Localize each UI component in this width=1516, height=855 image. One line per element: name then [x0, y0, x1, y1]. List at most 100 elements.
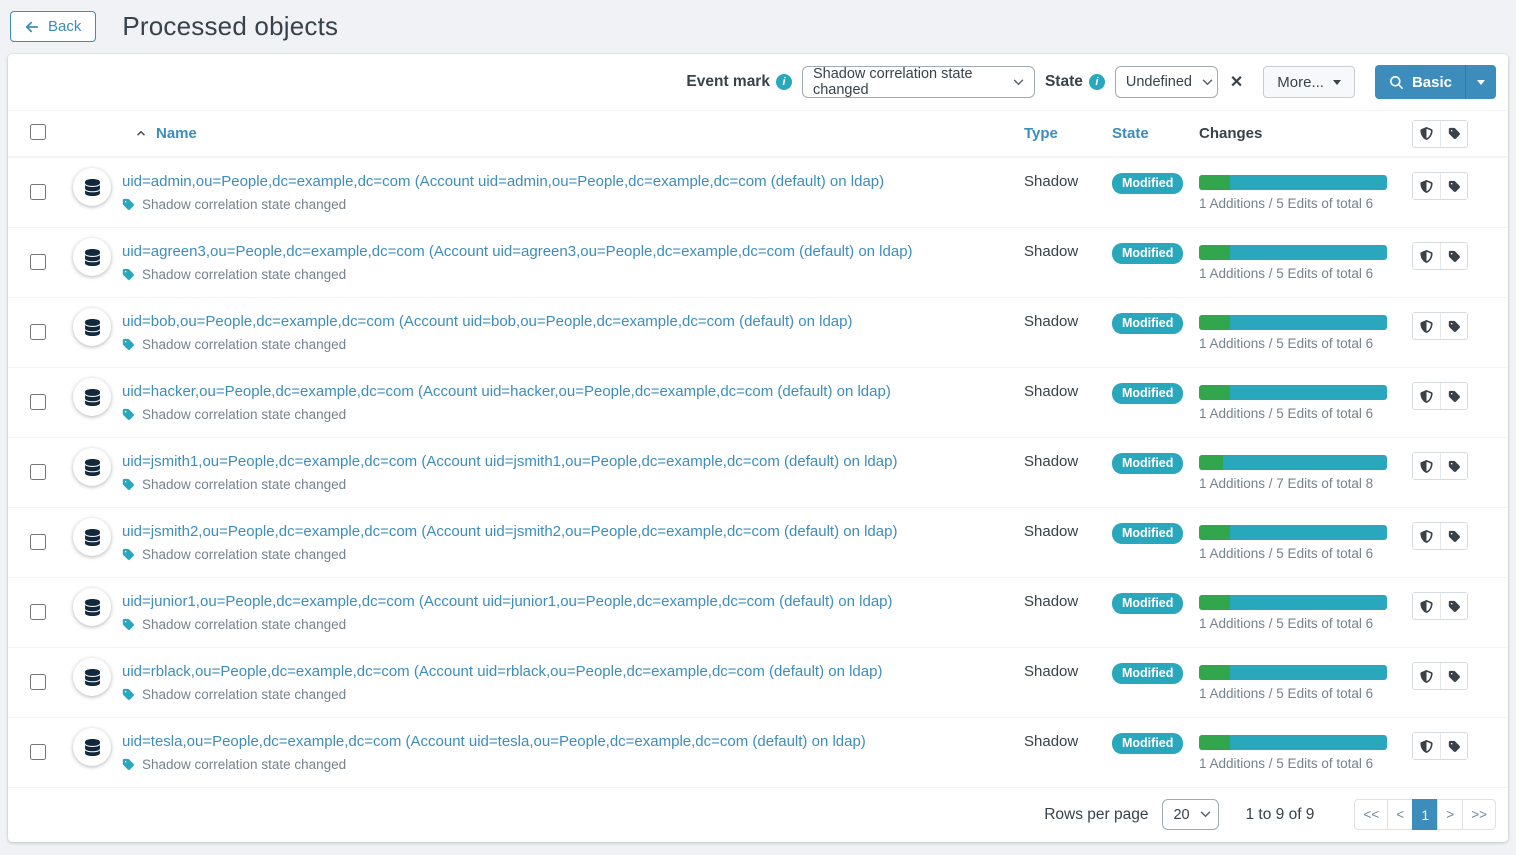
rows-per-page-select[interactable]: 20 — [1162, 799, 1219, 830]
row-select-cell — [8, 242, 62, 275]
tag-button[interactable] — [1440, 593, 1467, 619]
state-badge: Modified — [1112, 733, 1183, 754]
object-name-link[interactable]: uid=junior1,ou=People,dc=example,dc=com … — [122, 592, 893, 611]
search-mode-caret[interactable] — [1465, 65, 1496, 99]
state-badge: Modified — [1112, 173, 1183, 194]
row-avatar-cell — [62, 522, 122, 556]
changes-progress-bar — [1199, 455, 1387, 470]
state-value: Undefined — [1126, 74, 1192, 90]
tag-icon — [1448, 600, 1461, 613]
info-icon[interactable]: i — [776, 74, 792, 90]
tag-button[interactable] — [1440, 733, 1467, 759]
event-mark-text: Shadow correlation state changed — [142, 687, 346, 702]
event-mark-text: Shadow correlation state changed — [142, 757, 346, 772]
column-header-type[interactable]: Type — [1016, 125, 1104, 142]
mark-button[interactable] — [1413, 523, 1440, 549]
mark-button[interactable] — [1413, 733, 1440, 759]
mark-button[interactable] — [1413, 593, 1440, 619]
object-type: Shadow — [1024, 663, 1078, 680]
object-name-link[interactable]: uid=tesla,ou=People,dc=example,dc=com (A… — [122, 732, 866, 751]
page-1-button[interactable]: 1 — [1412, 799, 1438, 830]
object-name-link[interactable]: uid=rblack,ou=People,dc=example,dc=com (… — [122, 662, 882, 681]
edits-bar-segment — [1230, 315, 1387, 330]
next-page-button[interactable]: > — [1437, 799, 1463, 830]
row-name-cell: uid=admin,ou=People,dc=example,dc=com (A… — [122, 172, 1016, 212]
tag-button[interactable] — [1440, 383, 1467, 409]
event-mark-value: Shadow correlation state changed — [813, 66, 1003, 98]
database-icon — [84, 249, 101, 266]
row-state-cell: Modified — [1104, 172, 1191, 194]
row-checkbox[interactable] — [30, 674, 46, 690]
mark-button[interactable] — [1413, 383, 1440, 409]
tag-button[interactable] — [1440, 121, 1467, 147]
object-name-link[interactable]: uid=jsmith2,ou=People,dc=example,dc=com … — [122, 522, 897, 541]
column-header-state[interactable]: State — [1104, 125, 1191, 142]
mark-button[interactable] — [1413, 173, 1440, 199]
mark-button[interactable] — [1413, 663, 1440, 689]
column-header-actions — [1404, 120, 1508, 148]
event-mark-label: Event mark i — [686, 73, 792, 91]
edits-bar-segment — [1230, 735, 1387, 750]
object-name-link[interactable]: uid=hacker,ou=People,dc=example,dc=com (… — [122, 382, 891, 401]
row-actions-cell — [1404, 522, 1508, 550]
event-mark-line: Shadow correlation state changed — [122, 757, 1016, 772]
row-checkbox[interactable] — [30, 254, 46, 270]
row-actions-group — [1412, 312, 1468, 340]
avatar — [73, 728, 111, 766]
event-mark-line: Shadow correlation state changed — [122, 547, 1016, 562]
tag-icon — [122, 198, 135, 211]
database-icon — [84, 389, 101, 406]
select-all-checkbox[interactable] — [30, 124, 46, 140]
row-actions-cell — [1404, 592, 1508, 620]
table-row: uid=jsmith2,ou=People,dc=example,dc=com … — [8, 508, 1508, 578]
avatar — [73, 308, 111, 346]
more-button[interactable]: More... — [1263, 66, 1355, 98]
tag-button[interactable] — [1440, 313, 1467, 339]
object-name-link[interactable]: uid=agreen3,ou=People,dc=example,dc=com … — [122, 242, 913, 261]
row-checkbox[interactable] — [30, 744, 46, 760]
search-main[interactable]: Basic — [1375, 65, 1465, 99]
last-page-button[interactable]: >> — [1462, 799, 1496, 830]
tag-button[interactable] — [1440, 243, 1467, 269]
object-name-link[interactable]: uid=bob,ou=People,dc=example,dc=com (Acc… — [122, 312, 853, 331]
object-name-link[interactable]: uid=jsmith1,ou=People,dc=example,dc=com … — [122, 452, 897, 471]
event-mark-select[interactable]: Shadow correlation state changed — [802, 66, 1035, 98]
row-actions-cell — [1404, 662, 1508, 690]
tag-button[interactable] — [1440, 173, 1467, 199]
search-basic-button[interactable]: Basic — [1375, 65, 1496, 99]
row-actions-cell — [1404, 382, 1508, 410]
event-mark-text: Shadow correlation state changed — [142, 547, 346, 562]
row-checkbox[interactable] — [30, 394, 46, 410]
avatar — [73, 588, 111, 626]
row-changes-cell: 1 Additions / 5 Edits of total 6 — [1191, 312, 1404, 351]
row-actions-cell — [1404, 312, 1508, 340]
row-checkbox[interactable] — [30, 324, 46, 340]
mark-button[interactable] — [1413, 121, 1440, 147]
mark-button[interactable] — [1413, 243, 1440, 269]
row-checkbox[interactable] — [30, 184, 46, 200]
row-select-cell — [8, 452, 62, 485]
first-page-button[interactable]: << — [1354, 799, 1388, 830]
mark-button[interactable] — [1413, 313, 1440, 339]
info-icon[interactable]: i — [1089, 74, 1105, 90]
row-checkbox[interactable] — [30, 604, 46, 620]
changes-summary: 1 Additions / 5 Edits of total 6 — [1199, 756, 1404, 771]
prev-page-button[interactable]: < — [1387, 799, 1413, 830]
object-name-link[interactable]: uid=admin,ou=People,dc=example,dc=com (A… — [122, 172, 884, 191]
tag-icon — [122, 688, 135, 701]
chevron-down-icon — [1200, 811, 1211, 818]
row-checkbox[interactable] — [30, 534, 46, 550]
clear-filter-button[interactable]: ✕ — [1228, 72, 1245, 92]
tag-button[interactable] — [1440, 663, 1467, 689]
mark-button[interactable] — [1413, 453, 1440, 479]
back-button[interactable]: Back — [10, 11, 96, 42]
state-select[interactable]: Undefined — [1115, 66, 1218, 98]
pagination-range: 1 to 9 of 9 — [1245, 806, 1314, 824]
sort-asc-icon[interactable] — [135, 128, 147, 140]
tag-button[interactable] — [1440, 523, 1467, 549]
column-header-name[interactable]: Name — [62, 125, 1016, 142]
row-checkbox[interactable] — [30, 464, 46, 480]
row-avatar-cell — [62, 662, 122, 696]
tag-button[interactable] — [1440, 453, 1467, 479]
changes-summary: 1 Additions / 5 Edits of total 6 — [1199, 336, 1404, 351]
